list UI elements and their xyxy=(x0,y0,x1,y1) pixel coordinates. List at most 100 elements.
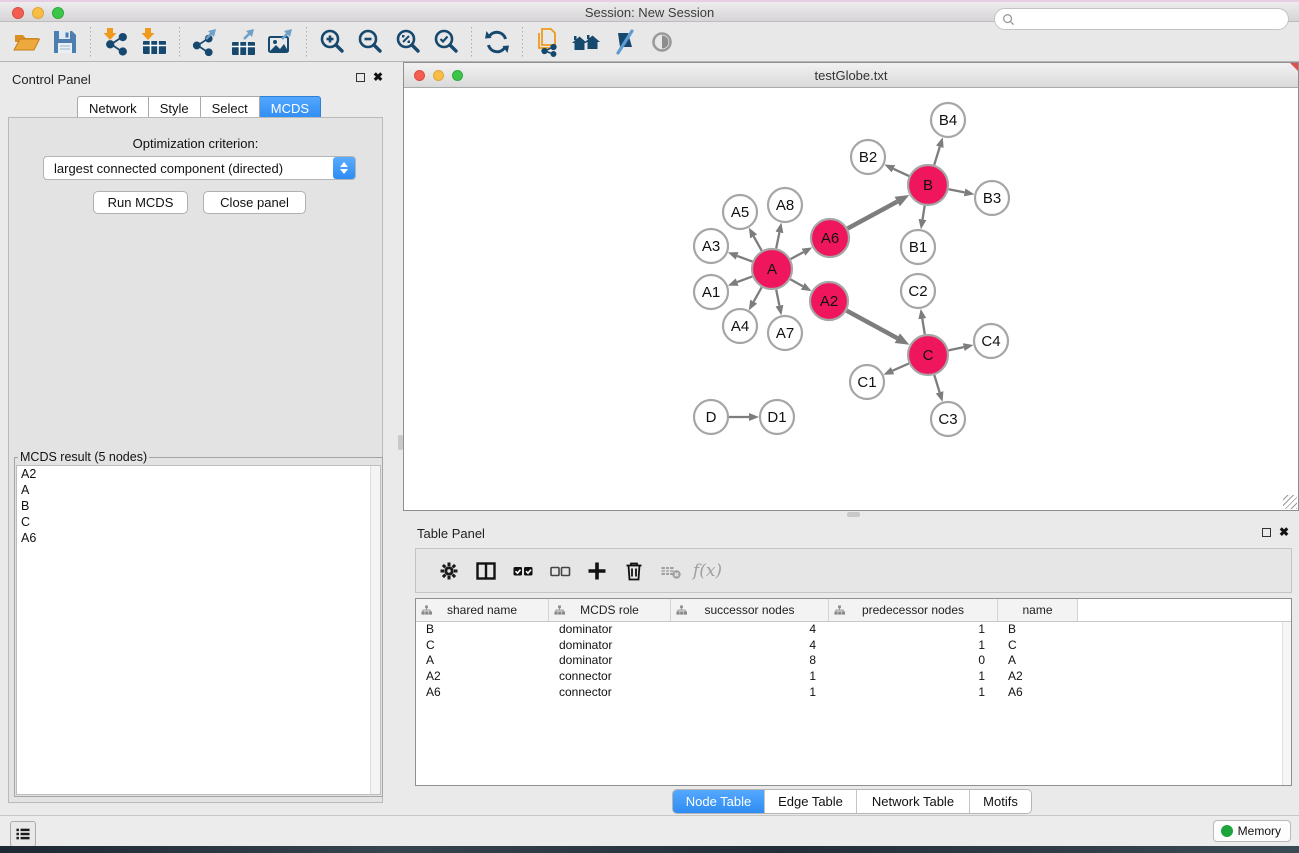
graph-node-C[interactable]: C xyxy=(908,335,948,375)
graph-node-D1[interactable]: D1 xyxy=(760,400,794,434)
tab-network-table[interactable]: Network Table xyxy=(856,790,969,813)
table-row[interactable]: Cdominator41C xyxy=(416,638,1291,654)
add-row-button[interactable] xyxy=(578,554,615,588)
status-bar: Memory xyxy=(0,815,1299,846)
column-header-MCDS-role[interactable]: MCDS role xyxy=(549,599,671,621)
run-mcds-button[interactable]: Run MCDS xyxy=(93,191,188,214)
table-row[interactable]: Bdominator41B xyxy=(416,622,1291,638)
graph-node-A5[interactable]: A5 xyxy=(723,195,757,229)
result-scrollbar[interactable] xyxy=(370,466,380,794)
delete-row-button[interactable] xyxy=(615,554,652,588)
edge-A-A2[interactable] xyxy=(790,279,803,286)
graph-node-B3[interactable]: B3 xyxy=(975,181,1009,215)
memory-button[interactable]: Memory xyxy=(1213,820,1291,842)
column-header-shared-name[interactable]: shared name xyxy=(416,599,549,621)
edge-A-A4[interactable] xyxy=(754,287,762,301)
tab-motifs[interactable]: Motifs xyxy=(969,790,1031,813)
edge-C-C3[interactable] xyxy=(934,375,939,392)
close-panel-icon[interactable]: ✖ xyxy=(373,71,383,83)
tab-edge-table[interactable]: Edge Table xyxy=(764,790,856,813)
open-session-button[interactable] xyxy=(8,25,46,59)
show-all-button[interactable] xyxy=(643,25,681,59)
table-row[interactable]: A6connector11A6 xyxy=(416,685,1291,701)
search-input[interactable] xyxy=(1019,10,1288,28)
result-item[interactable]: C xyxy=(17,514,380,530)
graph-node-A8[interactable]: A8 xyxy=(768,188,802,222)
graph-node-D[interactable]: D xyxy=(694,400,728,434)
graph-node-C3[interactable]: C3 xyxy=(931,402,965,436)
graph-node-C4[interactable]: C4 xyxy=(974,324,1008,358)
new-network-from-selection-button[interactable] xyxy=(529,25,567,59)
edge-A-A1[interactable] xyxy=(737,276,752,282)
graph-node-B[interactable]: B xyxy=(908,165,948,205)
criterion-dropdown[interactable]: largest connected component (directed) xyxy=(43,156,356,180)
graph-node-A2[interactable]: A2 xyxy=(810,282,848,320)
edge-C-C4[interactable] xyxy=(949,347,964,350)
graph-node-A4[interactable]: A4 xyxy=(723,309,757,343)
zoom-out-button[interactable] xyxy=(351,25,389,59)
graph-node-B4[interactable]: B4 xyxy=(931,103,965,137)
import-table-button[interactable] xyxy=(135,25,173,59)
horizontal-scroll-thumb[interactable] xyxy=(847,512,860,517)
toggle-column-button[interactable] xyxy=(467,554,504,588)
refresh-button[interactable] xyxy=(478,25,516,59)
zoom-fit-button[interactable] xyxy=(389,25,427,59)
result-item[interactable]: A2 xyxy=(17,466,380,482)
hide-selected-button[interactable] xyxy=(605,25,643,59)
graph-node-B2[interactable]: B2 xyxy=(851,140,885,174)
zoom-selected-button[interactable] xyxy=(427,25,465,59)
close-table-panel-icon[interactable]: ✖ xyxy=(1279,526,1289,538)
graph-node-C2[interactable]: C2 xyxy=(901,274,935,308)
edge-A-A7[interactable] xyxy=(776,290,779,306)
graph-node-A1[interactable]: A1 xyxy=(694,275,728,309)
result-item[interactable]: A xyxy=(17,482,380,498)
settings-button[interactable] xyxy=(430,554,467,588)
graph-node-A7[interactable]: A7 xyxy=(768,316,802,350)
column-header-predecessor-nodes[interactable]: predecessor nodes xyxy=(829,599,998,621)
show-panels-button[interactable] xyxy=(10,821,36,847)
edge-A-A8[interactable] xyxy=(776,232,779,248)
export-image-button[interactable] xyxy=(262,25,300,59)
column-header-successor-nodes[interactable]: successor nodes xyxy=(671,599,829,621)
table-row[interactable]: Adominator80A xyxy=(416,653,1291,669)
edge-C-C1[interactable] xyxy=(893,364,909,371)
edge-A-A3[interactable] xyxy=(737,256,752,262)
edge-A-A6[interactable] xyxy=(791,252,804,259)
result-item[interactable]: A6 xyxy=(17,530,380,546)
save-session-button[interactable] xyxy=(46,25,84,59)
resize-grip[interactable] xyxy=(1283,495,1297,509)
edge-A-A5[interactable] xyxy=(754,236,762,250)
edge-B-B3[interactable] xyxy=(949,189,965,192)
graph-node-A6[interactable]: A6 xyxy=(811,219,849,257)
graph-node-B1[interactable]: B1 xyxy=(901,230,935,264)
vertical-scroll-thumb[interactable] xyxy=(398,435,403,450)
edge-A2-C[interactable] xyxy=(847,311,898,339)
table-row[interactable]: A2connector11A2 xyxy=(416,669,1291,685)
search-field[interactable] xyxy=(994,8,1289,30)
close-panel-button[interactable]: Close panel xyxy=(203,191,306,214)
unselect-all-checkboxes-button[interactable] xyxy=(541,554,578,588)
zoom-in-button[interactable] xyxy=(313,25,351,59)
graph-node-A[interactable]: A xyxy=(752,249,792,289)
first-neighbors-button[interactable] xyxy=(567,25,605,59)
column-header-name[interactable]: name xyxy=(998,599,1078,621)
edge-B-B2[interactable] xyxy=(893,169,909,176)
float-panel-icon[interactable] xyxy=(356,73,365,82)
edge-B-B1[interactable] xyxy=(923,206,925,220)
export-network-button[interactable] xyxy=(186,25,224,59)
export-table-button[interactable] xyxy=(224,25,262,59)
cell: A2 xyxy=(998,669,1078,685)
float-table-panel-icon[interactable] xyxy=(1262,528,1271,537)
graph-node-A3[interactable]: A3 xyxy=(694,229,728,263)
edge-B-B4[interactable] xyxy=(934,147,940,165)
select-all-checkboxes-button[interactable] xyxy=(504,554,541,588)
edge-A6-B[interactable] xyxy=(848,202,898,229)
graph-node-C1[interactable]: C1 xyxy=(850,365,884,399)
network-canvas[interactable]: B4 B2 B B3 A5 A8 A6 B1 A3 A C2 A1 A2 A4 A7 C4 C C1 C3 D D1 xyxy=(404,88,1298,510)
tab-node-table[interactable]: Node Table xyxy=(673,790,764,813)
import-network-button[interactable] xyxy=(97,25,135,59)
select-all-checkboxes-icon xyxy=(511,559,535,583)
sort-icon xyxy=(421,605,432,616)
result-item[interactable]: B xyxy=(17,498,380,514)
edge-C-C2[interactable] xyxy=(922,319,925,335)
